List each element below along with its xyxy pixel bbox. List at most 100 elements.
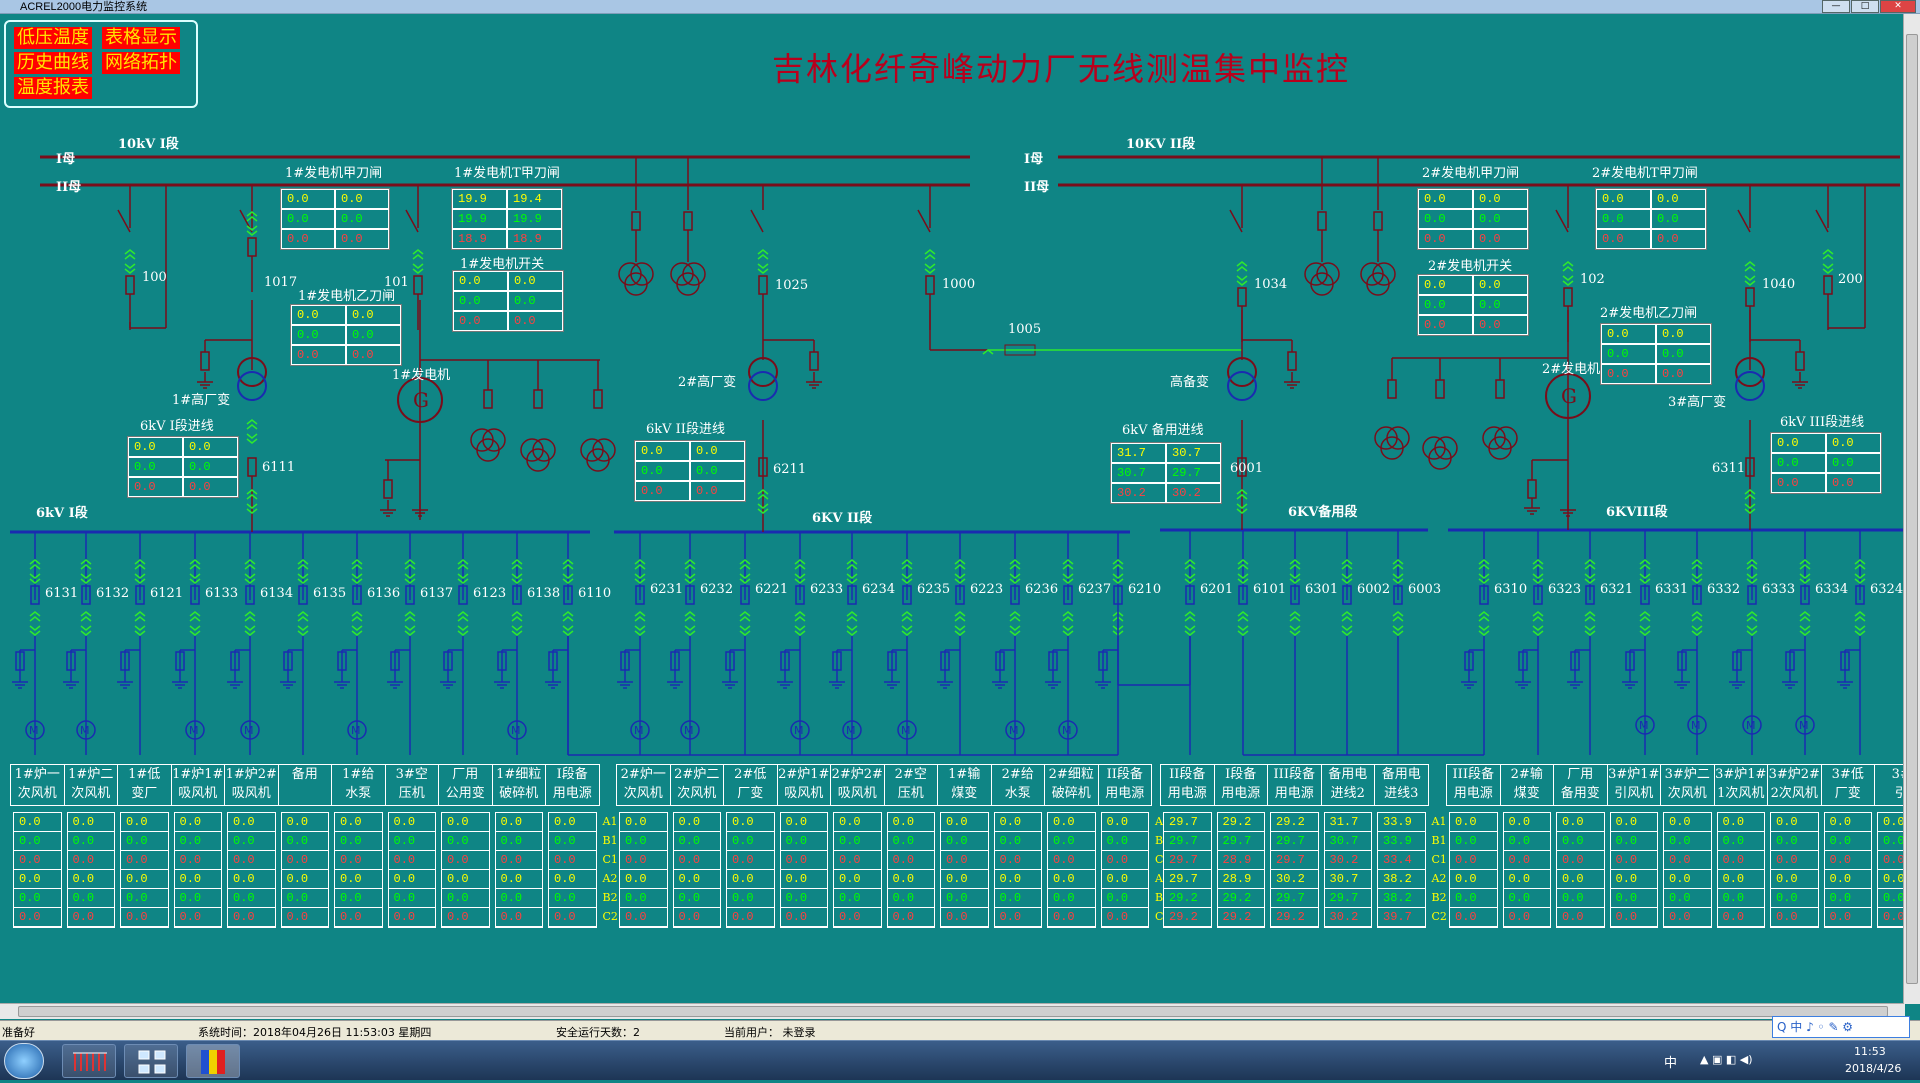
scroll-thumb[interactable] xyxy=(18,1006,1888,1017)
temp-box-gen1-b[interactable]: 0.0 0.0 0.0 0.0 0.0 0.0 xyxy=(290,304,402,366)
switch-number: 1017 xyxy=(264,275,298,290)
temp-cell: 0.0 xyxy=(887,870,934,888)
temp-column[interactable]: 0.0 0.0 0.0 0.0 0.0 0.0 xyxy=(334,812,383,928)
temp-column[interactable]: 0.0 0.0 0.0 0.0 0.0 0.0 xyxy=(886,812,935,928)
bus-10kv-section1-label: 10kV I段 xyxy=(118,137,179,152)
temp-column[interactable]: 0.0 0.0 0.0 0.0 0.0 0.0 xyxy=(672,812,721,928)
temp-cell: 0.0 xyxy=(1664,870,1711,888)
temp-column[interactable]: 0.0 0.0 0.0 0.0 0.0 0.0 xyxy=(227,812,276,928)
horizontal-scrollbar[interactable] xyxy=(0,1003,1905,1019)
device-label: 2#发电机 xyxy=(1542,362,1601,377)
connector-chevron-icon xyxy=(1854,625,1866,631)
temp-cell: 0.0 xyxy=(1048,889,1095,907)
feeder-number: 6135 xyxy=(313,586,347,601)
temp-cell: 0.0 xyxy=(1664,851,1711,869)
temp-column[interactable]: 0.0 0.0 0.0 0.0 0.0 0.0 xyxy=(1716,812,1765,928)
connector-chevron-icon xyxy=(634,625,646,631)
taskbar-acrel-app-icon[interactable] xyxy=(186,1044,240,1078)
temp-column[interactable]: 0.0 0.0 0.0 0.0 0.0 0.0 xyxy=(619,812,668,928)
ime-toolbar[interactable]: Q 中 ♪ ◦ ✎ ⚙ xyxy=(1772,1016,1910,1038)
tray-icons[interactable]: ▲ ▣ ◧ ◀) xyxy=(1700,1053,1753,1066)
connector-chevron-icon xyxy=(246,438,258,444)
temp-column[interactable]: 0.0 0.0 0.0 0.0 0.0 0.0 xyxy=(173,812,222,928)
temp-cell: 30.7 xyxy=(1167,444,1220,462)
temp-column[interactable]: 0.0 0.0 0.0 0.0 0.0 0.0 xyxy=(1502,812,1551,928)
temp-column[interactable]: 0.0 0.0 0.0 0.0 0.0 0.0 xyxy=(1047,812,1096,928)
temp-cell: 0.0 xyxy=(67,889,114,907)
temp-column[interactable]: 0.0 0.0 0.0 0.0 0.0 0.0 xyxy=(387,812,436,928)
breaker-icon xyxy=(1823,275,1833,295)
temp-cell: 0.0 xyxy=(1610,832,1657,850)
feeder-number: 6132 xyxy=(96,586,130,601)
temp-column[interactable]: 0.0 0.0 0.0 0.0 0.0 0.0 xyxy=(1823,812,1872,928)
motor-m-symbol: M xyxy=(189,724,199,737)
temp-box-gen2-t[interactable]: 0.0 0.0 0.0 0.0 0.0 0.0 xyxy=(1595,188,1707,250)
temp-box-in3[interactable]: 0.0 0.0 0.0 0.0 0.0 0.0 xyxy=(1770,432,1882,494)
temp-cell: 0.0 xyxy=(1610,870,1657,888)
temp-column[interactable]: 0.0 0.0 0.0 0.0 0.0 0.0 xyxy=(1100,812,1149,928)
temp-box-gen1-t[interactable]: 19.9 19.4 19.9 19.9 18.9 18.9 xyxy=(451,188,563,250)
temp-column[interactable]: 0.0 0.0 0.0 0.0 0.0 0.0 xyxy=(1609,812,1658,928)
clock-time[interactable]: 11:53 xyxy=(1854,1045,1886,1058)
temp-column[interactable]: 0.0 0.0 0.0 0.0 0.0 0.0 xyxy=(66,812,115,928)
temp-cell: 0.0 xyxy=(727,813,774,831)
temp-column[interactable]: 0.0 0.0 0.0 0.0 0.0 0.0 xyxy=(13,812,62,928)
temp-column[interactable]: 29.2 29.7 28.9 28.9 29.2 29.2 xyxy=(1216,812,1265,928)
temp-column[interactable]: 0.0 0.0 0.0 0.0 0.0 0.0 xyxy=(120,812,169,928)
switch-number: 102 xyxy=(1580,272,1605,287)
temp-column[interactable]: 31.7 30.7 30.2 30.7 29.7 30.2 xyxy=(1323,812,1372,928)
vertical-scrollbar[interactable] xyxy=(1903,14,1920,1004)
temp-column[interactable]: 0.0 0.0 0.0 0.0 0.0 0.0 xyxy=(441,812,490,928)
start-button[interactable] xyxy=(4,1043,44,1079)
connector-chevron-icon xyxy=(1584,611,1596,617)
temp-column[interactable]: 0.0 0.0 0.0 0.0 0.0 0.0 xyxy=(548,812,597,928)
temp-column[interactable]: 0.0 0.0 0.0 0.0 0.0 0.0 xyxy=(833,812,882,928)
generator-g-symbol: G xyxy=(1561,384,1577,408)
temp-cell: 0.0 xyxy=(1557,813,1604,831)
temp-column[interactable]: 0.0 0.0 0.0 0.0 0.0 0.0 xyxy=(993,812,1042,928)
connector-chevron-icon xyxy=(1184,616,1196,622)
temp-box-gen2-sw[interactable]: 0.0 0.0 0.0 0.0 0.0 0.0 xyxy=(1417,274,1529,336)
temp-cell: 0.0 xyxy=(1717,851,1764,869)
temp-cell: 0.0 xyxy=(1101,832,1148,850)
connector-chevron-icon xyxy=(1799,630,1811,636)
feeder-number: 6003 xyxy=(1408,582,1442,597)
temp-column[interactable]: 0.0 0.0 0.0 0.0 0.0 0.0 xyxy=(940,812,989,928)
temp-column[interactable]: 29.2 29.7 29.7 30.2 29.7 29.2 xyxy=(1270,812,1319,928)
temp-cell: 0.0 xyxy=(549,908,596,926)
temp-column[interactable]: 29.7 29.7 29.7 29.7 29.2 29.2 xyxy=(1163,812,1212,928)
temp-box-gen2-a[interactable]: 0.0 0.0 0.0 0.0 0.0 0.0 xyxy=(1417,188,1529,250)
temp-box-spare-in[interactable]: 31.7 30.7 30.7 29.7 30.2 30.2 xyxy=(1110,442,1222,504)
temp-box-gen1-sw[interactable]: 0.0 0.0 0.0 0.0 0.0 0.0 xyxy=(452,270,564,332)
temp-column[interactable]: 0.0 0.0 0.0 0.0 0.0 0.0 xyxy=(1449,812,1498,928)
temp-column[interactable]: 0.0 0.0 0.0 0.0 0.0 0.0 xyxy=(1556,812,1605,928)
ime-lang-indicator[interactable]: 中 xyxy=(1664,1052,1677,1071)
connector-chevron-icon xyxy=(1562,280,1574,286)
temp-box-in1[interactable]: 0.0 0.0 0.0 0.0 0.0 0.0 xyxy=(127,436,239,498)
connector-chevron-icon xyxy=(1237,611,1249,617)
breaker-icon xyxy=(631,211,641,231)
temp-box-gen1-a[interactable]: 0.0 0.0 0.0 0.0 0.0 0.0 xyxy=(280,188,390,250)
temp-column[interactable]: 0.0 0.0 0.0 0.0 0.0 0.0 xyxy=(779,812,828,928)
taskbar-app-monitor-icon[interactable] xyxy=(62,1044,116,1078)
temp-box-gen2-b[interactable]: 0.0 0.0 0.0 0.0 0.0 0.0 xyxy=(1600,323,1712,385)
vscroll-thumb[interactable] xyxy=(1906,34,1918,984)
motor-m-symbol: M xyxy=(1746,719,1756,732)
temp-column[interactable]: 0.0 0.0 0.0 0.0 0.0 0.0 xyxy=(1770,812,1819,928)
temp-box-in2[interactable]: 0.0 0.0 0.0 0.0 0.0 0.0 xyxy=(634,440,746,502)
taskbar-network-icon[interactable] xyxy=(124,1044,178,1078)
temp-cell: 0.0 xyxy=(509,292,562,310)
temp-cell: 19.9 xyxy=(453,190,506,208)
temp-cell: 0.0 xyxy=(129,458,182,476)
temp-column[interactable]: 33.9 33.9 33.4 38.2 38.2 39.7 xyxy=(1377,812,1426,928)
switch-number: 1000 xyxy=(942,277,976,292)
temp-column[interactable]: 0.0 0.0 0.0 0.0 0.0 0.0 xyxy=(726,812,775,928)
load-name: 1#炉二 次风机 xyxy=(64,765,117,805)
clock-date[interactable]: 2018/4/26 xyxy=(1845,1062,1901,1075)
breaker-icon xyxy=(758,275,768,295)
temp-cell: 29.7 xyxy=(1271,832,1318,850)
temp-column[interactable]: 0.0 0.0 0.0 0.0 0.0 0.0 xyxy=(280,812,329,928)
temp-column[interactable]: 0.0 0.0 0.0 0.0 0.0 0.0 xyxy=(494,812,543,928)
temp-column[interactable]: 0.0 0.0 0.0 0.0 0.0 0.0 xyxy=(1663,812,1712,928)
connector-chevron-icon xyxy=(412,268,424,274)
